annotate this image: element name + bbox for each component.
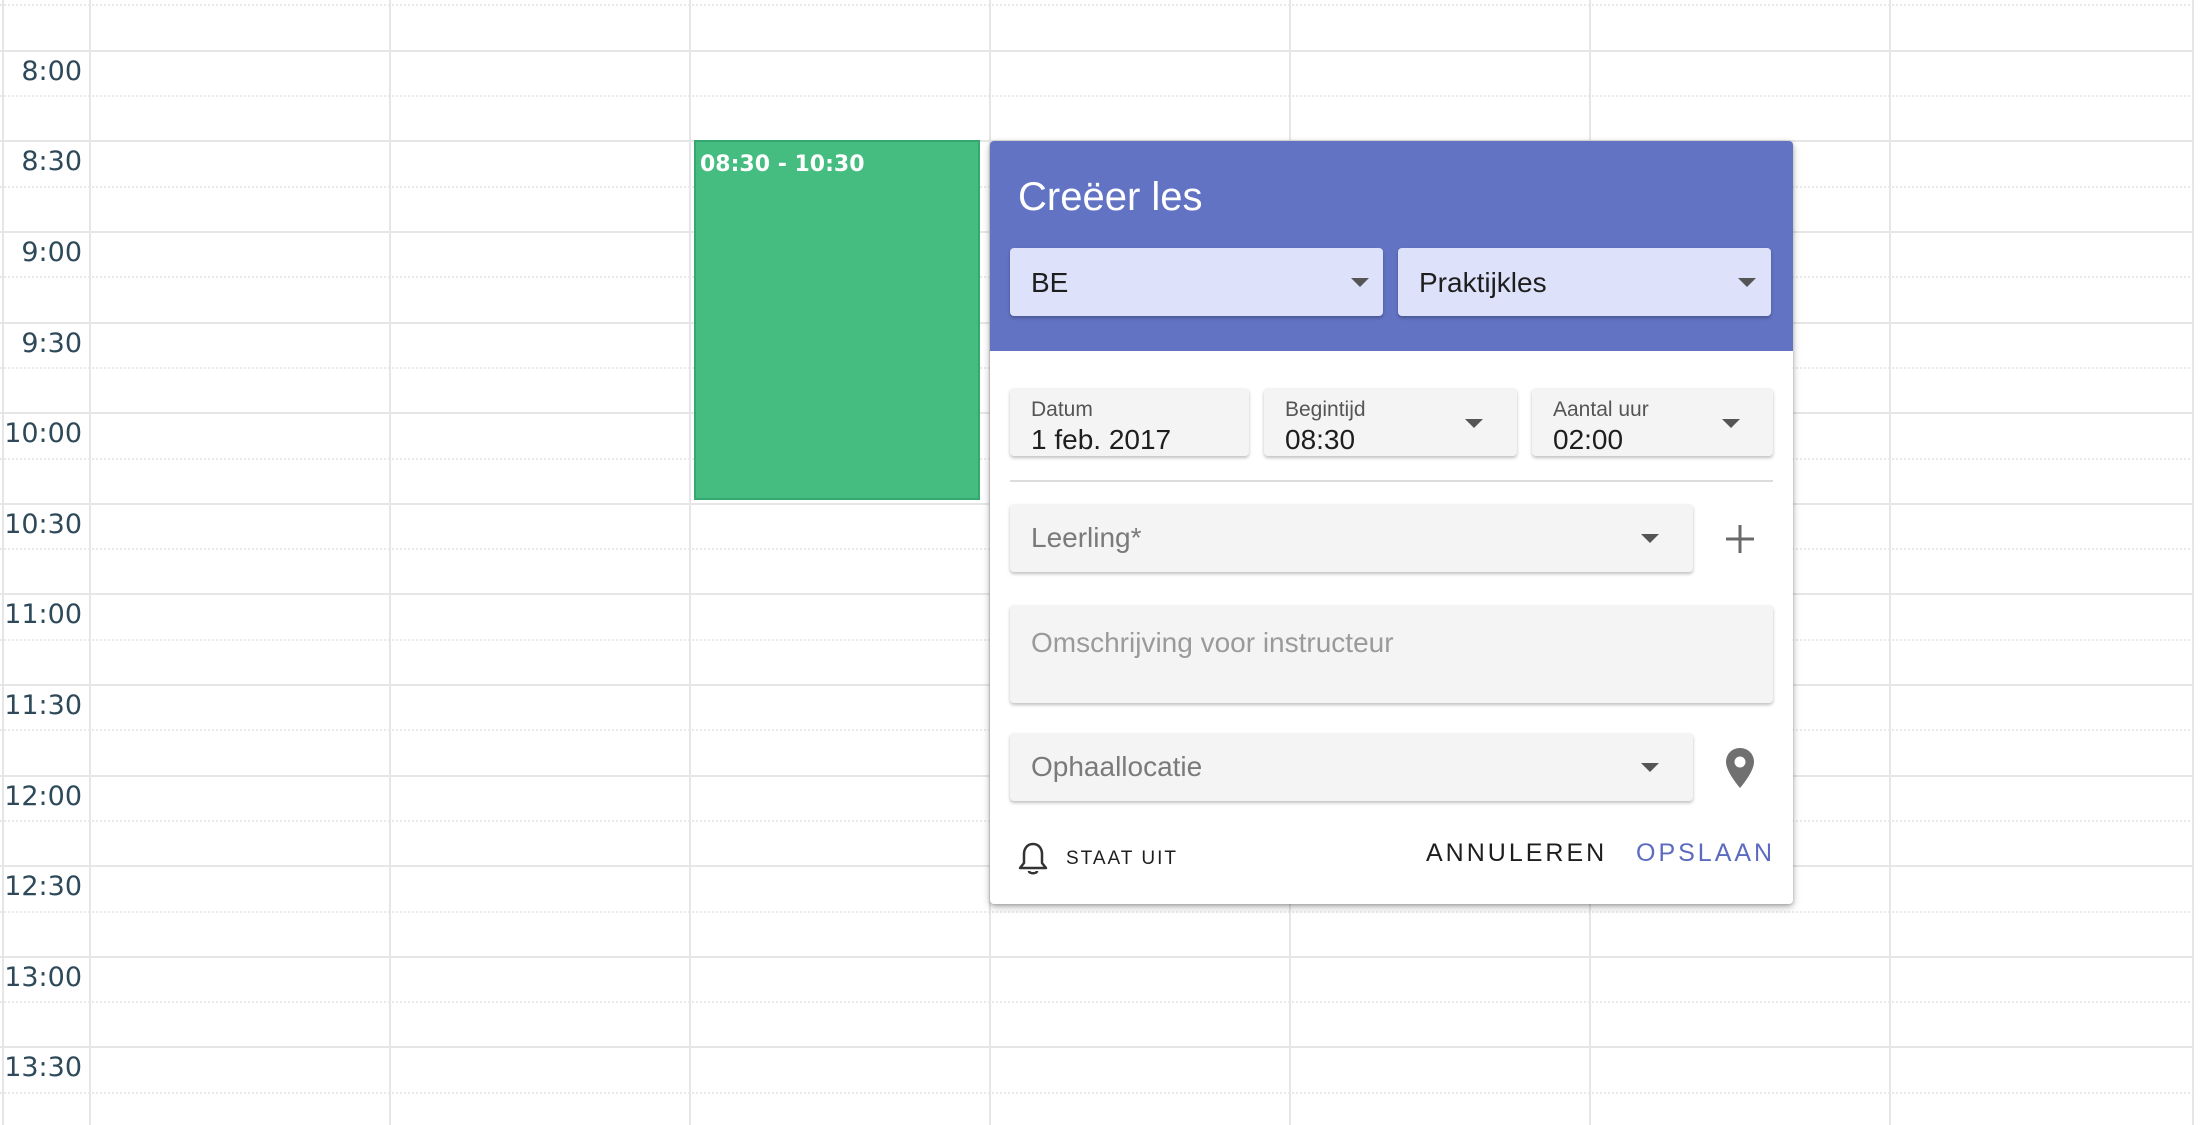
date-field[interactable]: Datum 1 feb. 2017 — [1010, 388, 1249, 456]
chevron-down-icon — [1722, 419, 1740, 428]
time-label: 9:30 — [21, 328, 82, 359]
bell-icon[interactable] — [1018, 841, 1048, 875]
time-label: 12:00 — [4, 781, 82, 812]
divider — [1010, 480, 1773, 482]
dialog-title: Creëer les — [1018, 175, 1203, 219]
notification-status-label[interactable]: STAAT UIT — [1066, 848, 1178, 870]
time-label: 10:30 — [4, 509, 82, 540]
time-label: 8:00 — [21, 56, 82, 87]
time-label: 13:30 — [4, 1052, 82, 1083]
map-pin-icon[interactable] — [1725, 747, 1755, 789]
cancel-button[interactable]: ANNULEREN — [1426, 839, 1607, 868]
create-lesson-dialog: Creëer les BE Praktijkles Datum 1 feb. 2… — [990, 141, 1793, 904]
hours-field[interactable]: Aantal uur 02:00 — [1532, 388, 1773, 456]
grid-line — [0, 95, 2194, 97]
start-time-field[interactable]: Begintijd 08:30 — [1264, 388, 1517, 456]
student-select[interactable]: Leerling* — [1010, 504, 1693, 572]
time-label: 8:30 — [21, 146, 82, 177]
hours-field-value: 02:00 — [1553, 424, 1624, 455]
date-field-value: 1 feb. 2017 — [1031, 424, 1172, 455]
pickup-location-placeholder: Ophaallocatie — [1031, 751, 1203, 782]
time-label: 10:00 — [4, 418, 82, 449]
country-select-value: BE — [1031, 267, 1069, 298]
time-label: 11:30 — [4, 690, 82, 721]
hours-field-label: Aantal uur — [1553, 398, 1649, 421]
grid-line — [0, 956, 2194, 958]
dialog-header: Creëer les BE Praktijkles — [990, 141, 1793, 351]
chevron-down-icon — [1641, 534, 1659, 543]
plus-icon[interactable] — [1723, 522, 1757, 556]
grid-line — [0, 1092, 2194, 1094]
grid-line — [0, 1001, 2194, 1003]
student-select-placeholder: Leerling* — [1031, 522, 1142, 553]
time-label: 13:00 — [4, 962, 82, 993]
date-field-label: Datum — [1031, 398, 1093, 421]
time-label: 12:30 — [4, 871, 82, 902]
description-placeholder: Omschrijving voor instructeur — [1031, 627, 1394, 658]
start-time-label: Begintijd — [1285, 398, 1366, 421]
chevron-down-icon — [1465, 419, 1483, 428]
time-label: 9:00 — [21, 237, 82, 268]
grid-line — [0, 911, 2194, 913]
chevron-down-icon — [1641, 763, 1659, 772]
grid-line — [0, 4, 2194, 6]
pickup-location-select[interactable]: Ophaallocatie — [1010, 733, 1693, 801]
lesson-type-select-value: Praktijkles — [1419, 267, 1547, 298]
grid-line — [0, 50, 2194, 52]
grid-line — [0, 1046, 2194, 1048]
time-label: 11:00 — [4, 599, 82, 630]
country-select[interactable]: BE — [1010, 248, 1383, 316]
calendar-event[interactable]: 08:30 - 10:30 — [694, 140, 980, 500]
chevron-down-icon — [1738, 278, 1756, 287]
save-button[interactable]: OPSLAAN — [1636, 839, 1775, 868]
event-time-range: 08:30 - 10:30 — [700, 152, 865, 177]
lesson-type-select[interactable]: Praktijkles — [1398, 248, 1771, 316]
chevron-down-icon — [1351, 278, 1369, 287]
start-time-value: 08:30 — [1285, 424, 1356, 455]
description-textarea[interactable]: Omschrijving voor instructeur — [1010, 605, 1773, 703]
